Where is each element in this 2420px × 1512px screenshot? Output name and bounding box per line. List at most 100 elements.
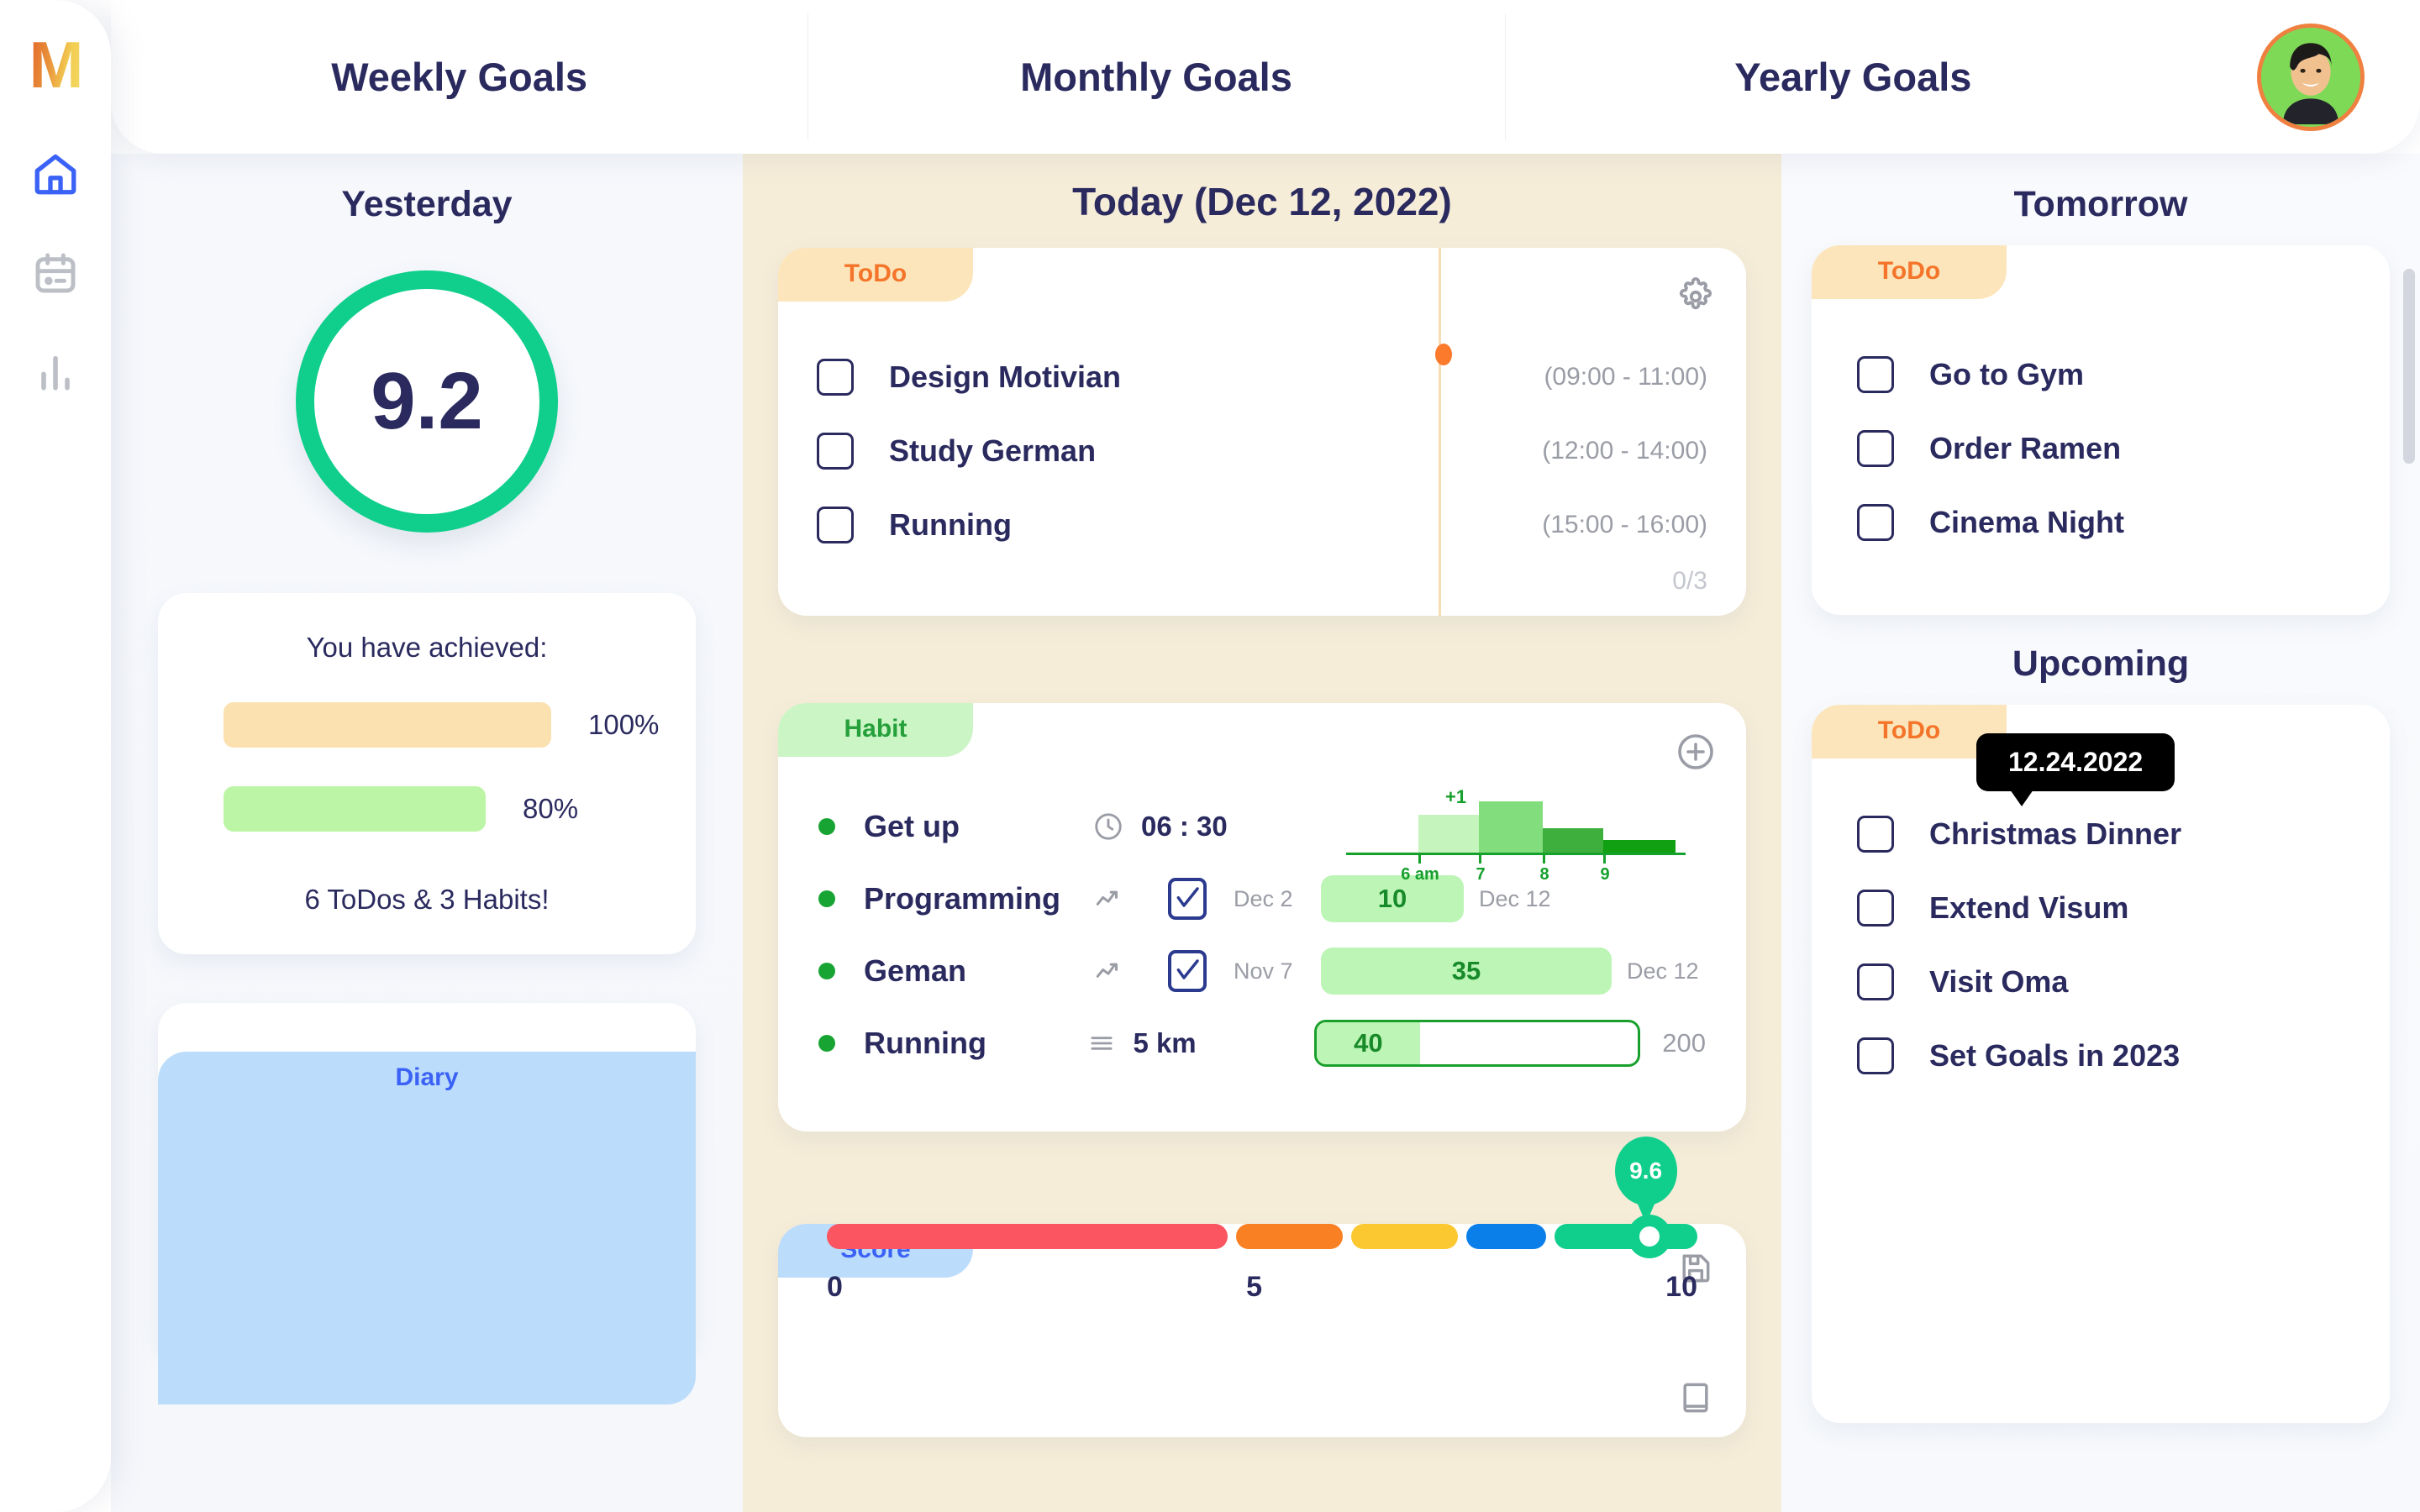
- histogram-axis: [1346, 853, 1686, 855]
- todo-checkbox[interactable]: [1857, 816, 1894, 853]
- todo-label: Order Ramen: [1929, 431, 2122, 465]
- today-timeline: [1439, 248, 1441, 616]
- upcoming-todo-card: ToDo 12.24.2022 Christmas Dinner Extend …: [1812, 705, 2390, 1423]
- score-segment-orange[interactable]: [1235, 1224, 1343, 1249]
- app-root: M Weekly Goals Monthly Goals Yearly Goal…: [0, 0, 2420, 1512]
- page-scrollbar[interactable]: [2403, 269, 2415, 464]
- achieved-bar-habits: [224, 786, 486, 832]
- sidebar-item-home[interactable]: [29, 148, 82, 200]
- yesterday-title: Yesterday: [341, 184, 513, 224]
- achieved-card: You have achieved: 100% 80% 6 ToDos & 3 …: [158, 593, 696, 954]
- diary-pill[interactable]: Diary: [158, 1052, 696, 1404]
- habit-checkbox[interactable]: [1168, 878, 1207, 920]
- list-item[interactable]: Extend Visum: [1812, 871, 2390, 945]
- sidebar-item-calendar[interactable]: [29, 247, 82, 299]
- score-segment-yellow[interactable]: [1350, 1224, 1459, 1249]
- yesterday-score-value: 9.2: [371, 356, 483, 446]
- avatar[interactable]: [2256, 23, 2365, 131]
- trend-up-icon: [1096, 890, 1118, 906]
- trend-up-icon: [1096, 963, 1118, 978]
- score-segment-blue[interactable]: [1466, 1224, 1547, 1249]
- score-scale-min: 0: [827, 1271, 843, 1303]
- score-slider[interactable]: 9.6 0 5 10: [827, 1137, 1698, 1304]
- app-logo[interactable]: M: [29, 32, 84, 97]
- histogram-tick-2: 8: [1539, 865, 1549, 884]
- score-book-button[interactable]: [1677, 1379, 1714, 1420]
- habit-bar-value: 10: [1377, 884, 1407, 913]
- today-todo-pill[interactable]: ToDo: [778, 248, 973, 302]
- achieved-pct-todos: 100%: [588, 709, 660, 740]
- list-item[interactable]: Cinema Night: [1812, 486, 2390, 559]
- table-row[interactable]: Geman Nov 7 35 Dec 12: [778, 935, 1746, 1007]
- book-icon: [1683, 1383, 1708, 1413]
- tab-yearly-goals[interactable]: Yearly Goals: [1504, 0, 2202, 154]
- habit-type-icon-wrap: [1076, 883, 1141, 915]
- achieved-heading: You have achieved:: [306, 632, 548, 663]
- tomorrow-title: Tomorrow: [2013, 184, 2188, 224]
- histogram-bars: [1346, 788, 1686, 853]
- habit-progress-bar[interactable]: 35: [1321, 948, 1612, 995]
- table-row[interactable]: Running (15:00 - 16:00): [778, 488, 1746, 562]
- list-item[interactable]: Go to Gym: [1812, 338, 2390, 412]
- list-item[interactable]: Visit Oma: [1812, 945, 2390, 1019]
- todo-time: (09:00 - 11:00): [1544, 363, 1707, 391]
- score-value-bubble: 9.6: [1614, 1137, 1677, 1205]
- histogram-tick-0: 6 am: [1401, 865, 1439, 884]
- list-item[interactable]: Set Goals in 2023: [1812, 1019, 2390, 1093]
- sidebar: M: [0, 0, 111, 1512]
- sidebar-item-stats[interactable]: [29, 346, 82, 398]
- todo-checkbox[interactable]: [1857, 963, 1894, 1000]
- habit-status-dot: [818, 963, 835, 979]
- todo-label: Extend Visum: [1929, 890, 2129, 925]
- todo-checkbox[interactable]: [1857, 356, 1894, 393]
- todo-checkbox[interactable]: [1857, 430, 1894, 467]
- todo-checkbox[interactable]: [817, 359, 854, 396]
- todo-label: Go to Gym: [1929, 357, 2085, 391]
- upcoming-title: Upcoming: [2012, 643, 2190, 684]
- habit-start-label: Dec 2: [1234, 885, 1293, 911]
- list-item[interactable]: Christmas Dinner: [1812, 797, 2390, 871]
- histogram-ticks: 6 am 7 8 9: [1346, 853, 1686, 884]
- header: Weekly Goals Monthly Goals Yearly Goals: [111, 0, 2420, 154]
- tomorrow-todo-pill[interactable]: ToDo: [1812, 245, 2007, 299]
- stats-icon: [41, 355, 70, 391]
- avatar-container: [2202, 23, 2420, 131]
- habit-type-icon-wrap: [1070, 1027, 1134, 1059]
- table-row[interactable]: Study German (12:00 - 14:00): [778, 414, 1746, 488]
- today-habit-pill[interactable]: Habit: [778, 703, 973, 757]
- table-row[interactable]: Get up 06 : 30 +1 6 am 7 8 9: [778, 786, 1746, 884]
- histogram-bar-1: [1418, 815, 1479, 853]
- score-segment-red[interactable]: [827, 1224, 1228, 1249]
- list-item[interactable]: Order Ramen: [1812, 412, 2390, 486]
- score-segment-green[interactable]: [1555, 1224, 1698, 1249]
- achieved-bar-row-1: 100%: [224, 702, 696, 748]
- score-value: 9.6: [1629, 1158, 1663, 1184]
- todo-label: Study German: [889, 433, 1097, 468]
- tab-monthly-goals[interactable]: Monthly Goals: [808, 0, 1504, 154]
- todo-checkbox[interactable]: [1857, 890, 1894, 927]
- todo-settings-button[interactable]: [1676, 276, 1716, 321]
- todo-label: Running: [889, 507, 1012, 542]
- todo-checkbox[interactable]: [1857, 1037, 1894, 1074]
- check-icon: [1176, 959, 1199, 979]
- histogram-bar-2: [1479, 801, 1543, 853]
- todo-checkbox[interactable]: [1857, 504, 1894, 541]
- todo-checkbox[interactable]: [817, 433, 854, 470]
- habit-add-button[interactable]: [1676, 732, 1716, 776]
- table-row[interactable]: Running 5 km 40 200: [778, 1007, 1746, 1079]
- table-row[interactable]: Design Motivian (09:00 - 11:00): [778, 340, 1746, 414]
- habit-checkbox[interactable]: [1168, 950, 1207, 992]
- today-title: Today (Dec 12, 2022): [1072, 180, 1452, 223]
- todo-time: (12:00 - 14:00): [1542, 437, 1707, 465]
- todo-checkbox[interactable]: [817, 507, 854, 543]
- habit-name: Running: [864, 1026, 986, 1060]
- column-upcoming: Tomorrow ToDo Go to Gym Order Ramen Cine…: [1781, 154, 2420, 1512]
- achieved-bar-row-2: 80%: [224, 786, 696, 832]
- home-icon: [34, 154, 76, 195]
- avatar-photo: [2260, 27, 2360, 125]
- running-progress-bar[interactable]: 40: [1314, 1020, 1641, 1067]
- tab-weekly-goals[interactable]: Weekly Goals: [111, 0, 808, 154]
- achieved-footer: 6 ToDos & 3 Habits!: [304, 884, 550, 915]
- achieved-bar-todos: [224, 702, 551, 748]
- todo-label: Christmas Dinner: [1929, 816, 2182, 851]
